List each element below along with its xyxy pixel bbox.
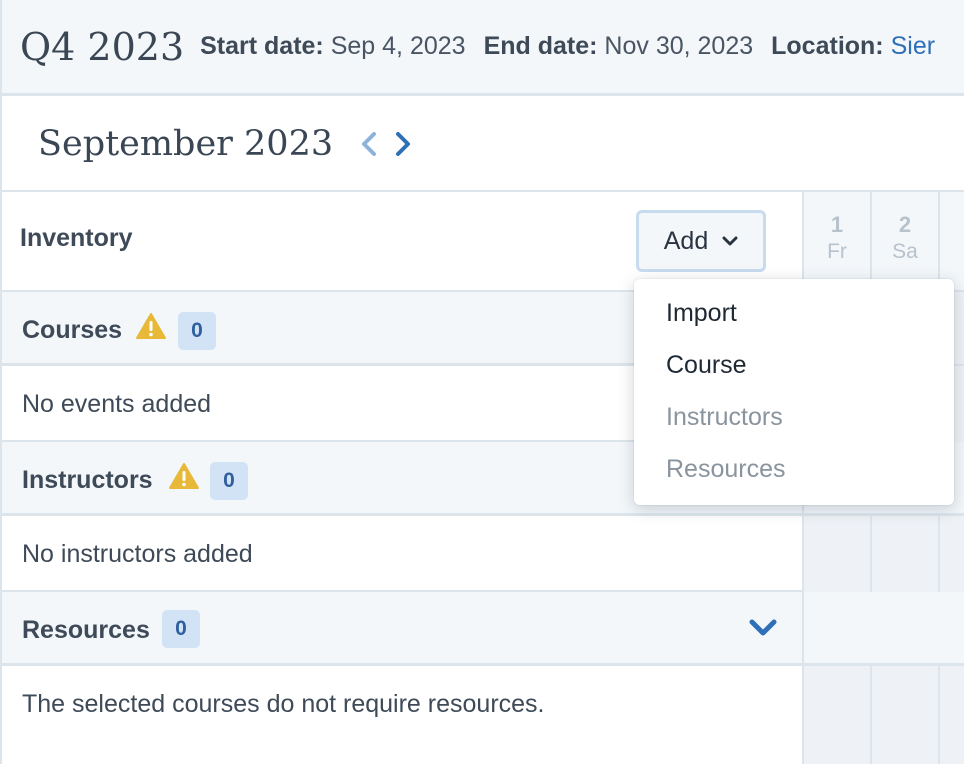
grid-band: [804, 592, 964, 666]
resources-count-badge: 0: [162, 610, 200, 648]
day-number: 2: [898, 212, 912, 237]
instructors-empty-text: No instructors added: [22, 540, 253, 568]
menu-item-course[interactable]: Course: [634, 339, 954, 391]
chevron-left-icon[interactable]: [358, 130, 380, 158]
plan-header: Q4 2023 Start date: Sep 4, 2023 End date…: [0, 0, 964, 96]
end-date-value: Nov 30, 2023: [604, 32, 754, 60]
menu-item-instructors: Instructors: [666, 402, 783, 431]
warning-icon: [136, 313, 166, 339]
day-name: S: [940, 240, 964, 264]
courses-label: Courses: [22, 316, 123, 344]
month-title: September 2023: [38, 124, 334, 164]
resources-empty-row: The selected courses do not require reso…: [2, 666, 802, 764]
resources-section-header[interactable]: Resources 0: [2, 592, 802, 666]
courses-count-badge: 0: [178, 312, 216, 350]
day-header: 1 Fr: [804, 192, 870, 292]
schedule-page: Q4 2023 Start date: Sep 4, 2023 End date…: [0, 0, 964, 764]
warning-icon: [169, 463, 199, 489]
day-name: Fr: [827, 240, 847, 263]
add-button[interactable]: Add: [636, 210, 766, 272]
chevron-down-icon: [722, 236, 738, 246]
end-date: End date: Nov 30, 2023: [484, 32, 754, 61]
inventory-header: Inventory Add: [2, 192, 802, 292]
end-date-label: End date:: [483, 32, 598, 60]
location: Location: Sier: [771, 32, 935, 61]
location-label: Location:: [771, 32, 884, 60]
instructors-count-badge: 0: [210, 462, 248, 500]
menu-item-import[interactable]: Import: [634, 287, 954, 339]
plan-title: Q4 2023: [20, 24, 185, 69]
add-button-label: Add: [663, 226, 709, 255]
resources-empty-text: The selected courses do not require reso…: [22, 690, 545, 718]
day-number: 3: [940, 212, 964, 238]
instructors-label: Instructors: [22, 466, 153, 494]
menu-item-resources: Resources: [666, 454, 786, 483]
location-link[interactable]: Sier: [891, 32, 935, 60]
start-date: Start date: Sep 4, 2023: [200, 32, 465, 61]
day-name: Sa: [892, 240, 918, 263]
day-header: 2 Sa: [872, 192, 938, 292]
start-date-value: Sep 4, 2023: [330, 32, 466, 60]
month-bar: September 2023: [0, 96, 964, 192]
day-number: 1: [830, 212, 844, 237]
add-dropdown-menu: Import Course Instructors Resources: [634, 279, 954, 505]
chevron-down-icon[interactable]: [748, 618, 778, 638]
instructors-empty-row: No instructors added: [2, 516, 802, 592]
resources-label: Resources: [22, 616, 150, 644]
chevron-right-icon[interactable]: [392, 130, 414, 158]
inventory-label: Inventory: [20, 224, 133, 252]
courses-empty-text: No events added: [22, 390, 212, 418]
day-header: 3 S: [940, 192, 964, 292]
start-date-label: Start date:: [200, 32, 324, 60]
